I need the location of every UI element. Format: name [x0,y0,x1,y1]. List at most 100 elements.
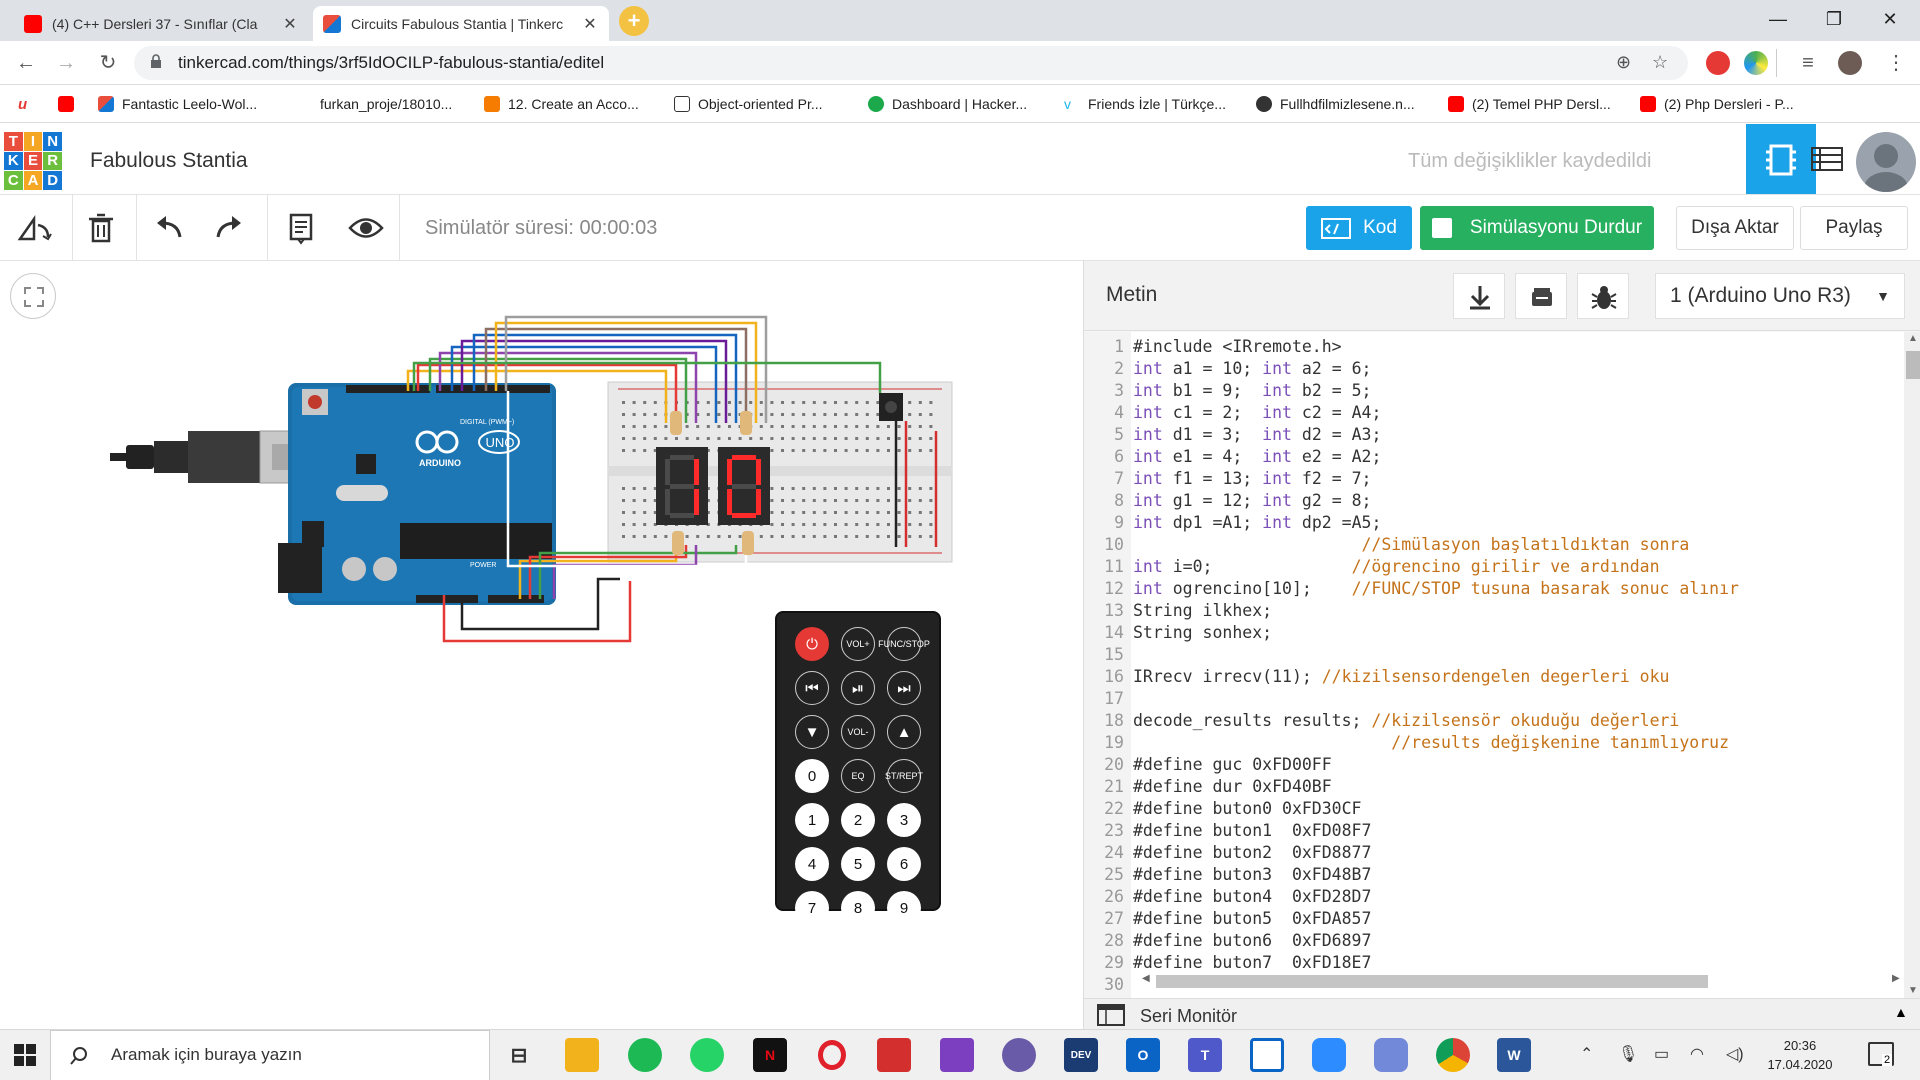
chevron-up-icon[interactable]: ▲ [1894,1004,1908,1020]
code-line[interactable]: 1 #include <IRremote.h> [1084,336,1904,358]
redo-button[interactable] [206,203,258,253]
wifi-icon[interactable]: ◠ [1690,1044,1704,1064]
delete-button[interactable] [74,203,126,253]
user-avatar[interactable] [1856,132,1916,192]
bookmark-item[interactable]: Dashboard | Hacker... [868,94,1027,114]
code-line[interactable]: 21 #define dur 0xFD40BF [1084,776,1904,798]
remote-button-6[interactable]: 6 [887,847,921,881]
code-line[interactable]: 12 int ogrencino[10]; //FUNC/STOP tusuna … [1084,578,1904,600]
volume-icon[interactable]: ◁) [1726,1044,1744,1064]
bookmark-item[interactable]: 12. Create an Acco... [484,94,639,114]
scroll-up-icon[interactable]: ▲ [1908,333,1918,344]
code-mode-label[interactable]: Metin [1106,283,1157,307]
browser-tab-youtube[interactable]: (4) C++ Dersleri 37 - Sınıflar (Cla ✕ [14,6,309,41]
arduino-uno-board[interactable]: UNO ARDUINO DIGITAL (PWM~) POWER [278,383,556,605]
power-button[interactable]: ⏻ [795,627,829,661]
remote-button-3[interactable]: 3 [887,803,921,837]
bookmark-item[interactable]: u [18,94,42,114]
download-button[interactable] [1453,273,1505,319]
code-line[interactable]: 10 //Simülasyon başlatıldıktan sonra [1084,534,1904,556]
remote-button-VOL-[interactable]: VOL- [841,715,875,749]
circuit-canvas[interactable]: UNO ARDUINO DIGITAL (PWM~) POWER ⏻ VOL+ … [0,261,1083,1029]
remote-button-FUNC/STOP[interactable]: FUNC/STOP [878,627,930,661]
remote-button-ST/REPT[interactable]: ST/REPT [885,759,923,793]
url-field[interactable]: tinkercad.com/things/3rf5IdOCILP-fabulou… [134,46,1688,80]
windows-start-icon[interactable] [14,1044,36,1071]
code-line[interactable]: 7 int f1 = 13; int f2 = 7; [1084,468,1904,490]
code-line[interactable]: 14 String sonhex; [1084,622,1904,644]
serial-monitor-bar[interactable]: Seri Monitör ▲ [1084,998,1920,1029]
undo-button[interactable] [140,203,192,253]
fast-forward-button[interactable]: ⏭ [887,671,921,705]
code-line[interactable]: 5 int d1 = 3; int d2 = A3; [1084,424,1904,446]
media-control-icon[interactable]: ≡ [1794,49,1822,77]
chrome-icon[interactable] [1436,1038,1470,1072]
code-button[interactable]: Kod [1306,206,1412,250]
menu-icon[interactable]: ⋮ [1882,49,1910,77]
star-icon[interactable]: ☆ [1652,52,1668,73]
notes-button[interactable] [274,203,326,253]
teams-icon[interactable]: T [1188,1038,1222,1072]
remote-button-9[interactable]: 9 [887,891,921,925]
close-tab-icon[interactable]: ✕ [281,14,299,34]
outlook-icon[interactable]: O [1126,1038,1160,1072]
rotate-button[interactable] [8,203,60,253]
export-button[interactable]: Dışa Aktar [1676,206,1794,250]
up-button[interactable]: ▲ [887,715,921,749]
netflix-icon[interactable]: N [753,1038,787,1072]
board-select[interactable]: 1 (Arduino Uno R3) ▼ [1655,273,1905,319]
debugger-button[interactable] [1577,273,1629,319]
close-tab-icon[interactable]: ✕ [581,14,599,34]
library-button[interactable] [1515,273,1567,319]
vertical-scroll-thumb[interactable] [1906,351,1920,379]
discord-icon[interactable] [1374,1038,1408,1072]
code-editor[interactable]: 1 #include <IRremote.h> 2 int a1 = 10; int … [1084,332,1904,998]
code-line[interactable]: 17 [1084,688,1904,710]
notification-icon[interactable]: 2 [1868,1042,1894,1066]
code-line[interactable]: 19 //results değişkenine tanımlıyoruz [1084,732,1904,754]
seven-segment-display[interactable] [718,447,770,525]
code-line[interactable]: 27 #define buton5 0xFDA857 [1084,908,1904,930]
vertical-scrollbar[interactable] [1904,332,1920,998]
bookmark-item[interactable]: Object-oriented Pr... [674,94,823,114]
ir-remote[interactable]: ⏻ VOL+ FUNC/STOP ⏮ ⏯ ⏭ ▼ VOL- ▲ 0 EQ ST/REPT 1 2 3 4 5 6 7… [775,611,941,925]
code-line[interactable]: 24 #define buton2 0xFD8877 [1084,842,1904,864]
microphone-icon[interactable]: 🎙 [1618,1044,1638,1064]
close-window-icon[interactable]: ✕ [1862,0,1918,40]
word-icon[interactable]: W [1497,1038,1531,1072]
taskbar-clock[interactable]: 20:36 17.04.2020 [1760,1036,1840,1074]
bookmark-item[interactable]: v Friends İzle | Türkçe... [1064,94,1226,114]
scroll-left-icon[interactable]: ◀ [1142,973,1150,984]
code-line[interactable]: 13 String ilkhex; [1084,600,1904,622]
code-line[interactable]: 20 #define guc 0xFD00FF [1084,754,1904,776]
profile-avatar[interactable] [1838,51,1862,75]
code-line[interactable]: 23 #define buton1 0xFD08F7 [1084,820,1904,842]
remote-button-5[interactable]: 5 [841,847,875,881]
reload-icon[interactable]: ↻ [94,49,122,77]
devcpp-icon[interactable]: DEV [1064,1038,1098,1072]
list-view-button[interactable] [1796,124,1858,194]
tinkercad-logo[interactable]: T I N K E R C A D [4,132,62,190]
taskbar-search-box[interactable]: Aramak için buraya yazın [50,1030,490,1080]
remote-button-VOL+[interactable]: VOL+ [841,627,875,661]
code-line[interactable]: 28 #define buton6 0xFD6897 [1084,930,1904,952]
extension-icon[interactable] [1706,51,1730,75]
new-tab-button[interactable]: + [619,6,649,36]
remote-button-4[interactable]: 4 [795,847,829,881]
scroll-down-icon[interactable]: ▼ [1908,985,1918,996]
extension-icon[interactable] [1744,51,1768,75]
ir-receiver-sensor[interactable] [879,393,903,421]
bookmark-item[interactable]: (2) Php Dersleri - P... [1640,94,1794,114]
code-line[interactable]: 6 int e1 = 4; int e2 = A2; [1084,446,1904,468]
bookmark-item[interactable]: furkan_proje/18010... [296,94,452,114]
rewind-button[interactable]: ⏮ [795,671,829,705]
eclipse-icon[interactable] [1002,1038,1036,1072]
remote-button-1[interactable]: 1 [795,803,829,837]
remote-button-2[interactable]: 2 [841,803,875,837]
chevron-up-icon[interactable]: ⌃ [1580,1044,1593,1064]
remote-button-EQ[interactable]: EQ [841,759,875,793]
file-explorer-icon[interactable] [565,1038,599,1072]
opera-icon[interactable] [815,1038,849,1072]
remote-button-8[interactable]: 8 [841,891,875,925]
code-line[interactable]: 18 decode_results results; //kizilsensör … [1084,710,1904,732]
